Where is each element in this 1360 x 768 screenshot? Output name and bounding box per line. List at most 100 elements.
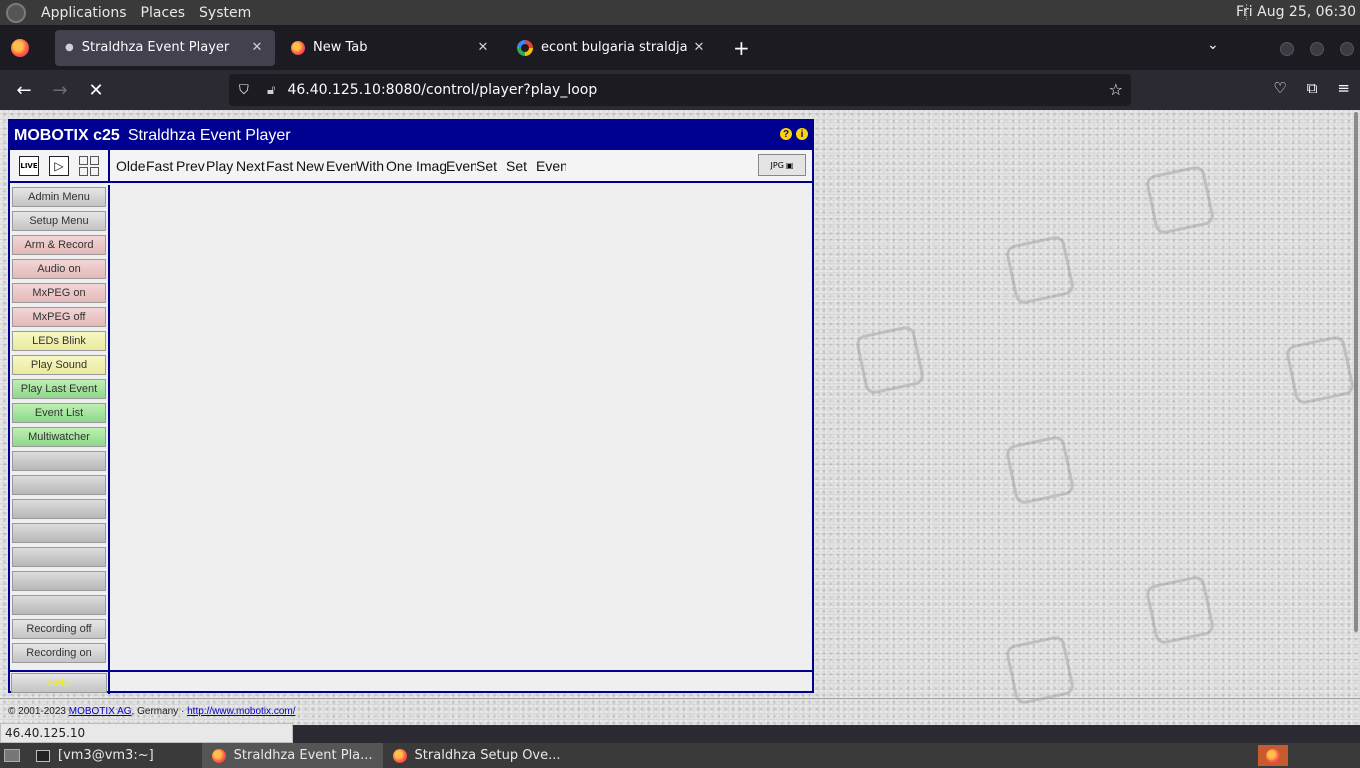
back-arrow-icon[interactable]: ← <box>8 74 40 106</box>
url-text[interactable]: 46.40.125.10:8080/control/player?play_lo… <box>287 82 597 98</box>
insecure-lock-icon[interactable]: 🔓︎ <box>267 83 275 98</box>
tracking-shield-icon[interactable]: ⛉ <box>239 83 253 98</box>
tab-title: econt bulgaria straldja - Goo <box>541 40 689 55</box>
applications-menu[interactable]: Applications <box>34 5 134 21</box>
sidebar-button-empty[interactable] <box>12 451 106 471</box>
firefox-icon <box>211 748 226 763</box>
sidebar-button-empty[interactable] <box>12 547 106 567</box>
mobotix-company-link[interactable]: MOBOTIX AG <box>69 706 132 717</box>
sidebar-button-empty[interactable] <box>12 595 106 615</box>
taskbar-item-event-player[interactable]: Straldhza Event Pla... <box>201 743 383 768</box>
sidebar-button-mxpeg-off[interactable]: MxPEG off <box>12 307 106 327</box>
firefox-icon <box>392 748 407 763</box>
multiview-grid-icon[interactable] <box>79 155 99 176</box>
camera-model: MOBOTIX c25 <box>14 126 120 144</box>
background-watermark <box>1144 164 1216 236</box>
mobotix-footer: Help <box>10 670 812 694</box>
tab-new-tab[interactable]: New Tab ✕ <box>281 30 501 66</box>
sidebar-button-play-sound[interactable]: Play Sound <box>12 355 106 375</box>
close-tab-icon[interactable]: ✕ <box>247 40 267 55</box>
stop-loading-icon[interactable]: ✕ <box>80 74 112 106</box>
new-tab-plus-icon[interactable]: + <box>733 36 750 60</box>
player-play-icon[interactable]: ▷ <box>49 155 69 176</box>
sidebar-button-recording-on[interactable]: Recording on <box>12 643 106 663</box>
sidebar-button-empty[interactable] <box>12 571 106 591</box>
player-control-link[interactable]: Set <box>506 158 536 174</box>
player-control-link[interactable]: With <box>356 158 386 174</box>
sidebar-button-setup-menu[interactable]: Setup Menu <box>12 211 106 231</box>
sidebar-button-arm-record[interactable]: Arm & Record <box>12 235 106 255</box>
close-tab-icon[interactable]: ✕ <box>689 40 709 55</box>
sidebar-button-admin-menu[interactable]: Admin Menu <box>12 187 106 207</box>
mobotix-header: MOBOTIX c25 Straldhza Event Player ? i <box>10 121 812 150</box>
firefox-icon <box>291 40 305 55</box>
player-control-link[interactable]: New <box>296 158 326 174</box>
player-control-link[interactable]: Play <box>206 158 236 174</box>
list-all-tabs-chevron-icon[interactable]: ⌄ <box>1207 37 1219 53</box>
sidebar-button-audio-on[interactable]: Audio on <box>12 259 106 279</box>
close-tab-icon[interactable]: ✕ <box>473 40 493 55</box>
show-desktop-icon[interactable] <box>4 749 20 762</box>
pocket-icon[interactable]: ♡ <box>1273 79 1286 97</box>
tab-title: New Tab <box>313 40 368 55</box>
sidebar-button-mxpeg-on[interactable]: MxPEG on <box>12 283 106 303</box>
copyright-country: , Germany · <box>131 706 185 717</box>
player-controls: Olde Fast Prev Play Next Fast New Even With One Im… <box>116 158 566 174</box>
sidebar-button-multiwatcher[interactable]: Multiwatcher <box>12 427 106 447</box>
clock[interactable]: Fri Aug 25, 06:30 <box>1236 4 1356 20</box>
sidebar-button-recording-off[interactable]: Recording off <box>12 619 106 639</box>
background-watermark <box>1004 234 1076 306</box>
live-view-button[interactable]: LIVE <box>19 155 39 176</box>
gnome-foot-icon[interactable] <box>6 2 26 23</box>
sidebar-button-leds-blink[interactable]: LEDs Blink <box>12 331 106 351</box>
sidebar-button-empty[interactable] <box>12 523 106 543</box>
background-watermark <box>1284 334 1356 406</box>
player-control-link[interactable]: One <box>386 158 416 174</box>
player-control-link[interactable]: Even <box>536 158 566 174</box>
loading-dot-icon: ● <box>65 42 74 53</box>
minimize-window-icon[interactable] <box>1280 42 1294 56</box>
save-jpg-button[interactable]: JPG ▣ <box>758 154 806 176</box>
help-button[interactable]: Help <box>11 673 107 693</box>
link-status-tooltip: 46.40.125.10 <box>0 723 293 743</box>
tab-straldhza-event-player[interactable]: ● Straldhza Event Player ✕ <box>55 29 275 66</box>
player-control-link[interactable]: Set <box>476 158 506 174</box>
sidebar-button-play-last-event[interactable]: Play Last Event <box>12 379 106 399</box>
firefox-menu-icon[interactable] <box>11 38 29 57</box>
player-control-link[interactable]: Next <box>236 158 266 174</box>
player-control-link[interactable]: Imag <box>416 158 446 174</box>
mobotix-website-link[interactable]: http://www.mobotix.com/ <box>187 706 295 717</box>
player-control-link[interactable]: Fast <box>266 158 296 174</box>
background-watermark <box>854 324 926 396</box>
close-window-icon[interactable] <box>1340 42 1354 56</box>
player-control-link[interactable]: Prev <box>176 158 206 174</box>
mobotix-sidebar: Admin Menu Setup Menu Arm & Record Audio on… <box>10 185 110 670</box>
player-control-link[interactable]: Olde <box>116 158 146 174</box>
player-control-link[interactable]: Even <box>326 158 356 174</box>
extensions-icon[interactable]: ⧉ <box>1307 79 1318 97</box>
sidebar-button-empty[interactable] <box>12 499 106 519</box>
taskbar-label: Straldhza Event Pla... <box>233 748 373 763</box>
player-control-link[interactable]: Fast <box>146 158 176 174</box>
page-title: Straldhza Event Player <box>127 126 291 144</box>
taskbar-item-setup-overview[interactable]: Straldhza Setup Ove... <box>383 743 571 768</box>
bookmark-star-icon[interactable]: ☆ <box>1109 80 1123 99</box>
url-bar[interactable]: ⛉ 🔓︎ 46.40.125.10:8080/control/player?pl… <box>229 74 1131 106</box>
system-menu[interactable]: System <box>192 5 258 21</box>
forward-arrow-icon[interactable]: → <box>44 74 76 106</box>
sidebar-button-empty[interactable] <box>12 475 106 495</box>
background-watermark <box>1004 434 1076 506</box>
page-content: MOBOTIX c25 Straldhza Event Player ? i L… <box>0 110 1360 725</box>
sidebar-button-event-list[interactable]: Event List <box>12 403 106 423</box>
mobotix-player-frame: MOBOTIX c25 Straldhza Event Player ? i L… <box>8 119 814 694</box>
player-control-link[interactable]: Even <box>446 158 476 174</box>
help-question-icon[interactable]: ? <box>780 128 792 140</box>
taskbar-item-terminal[interactable]: [vm3@vm3:~] <box>26 743 164 768</box>
places-menu[interactable]: Places <box>134 5 193 21</box>
info-icon[interactable]: i <box>796 128 808 140</box>
workspace-switcher[interactable] <box>1258 745 1288 766</box>
maximize-window-icon[interactable] <box>1310 42 1324 56</box>
hamburger-menu-icon[interactable]: ≡ <box>1337 79 1350 97</box>
page-scrollbar[interactable] <box>1354 112 1358 632</box>
tab-econt-search[interactable]: econt bulgaria straldja - Goo ✕ <box>507 30 717 66</box>
